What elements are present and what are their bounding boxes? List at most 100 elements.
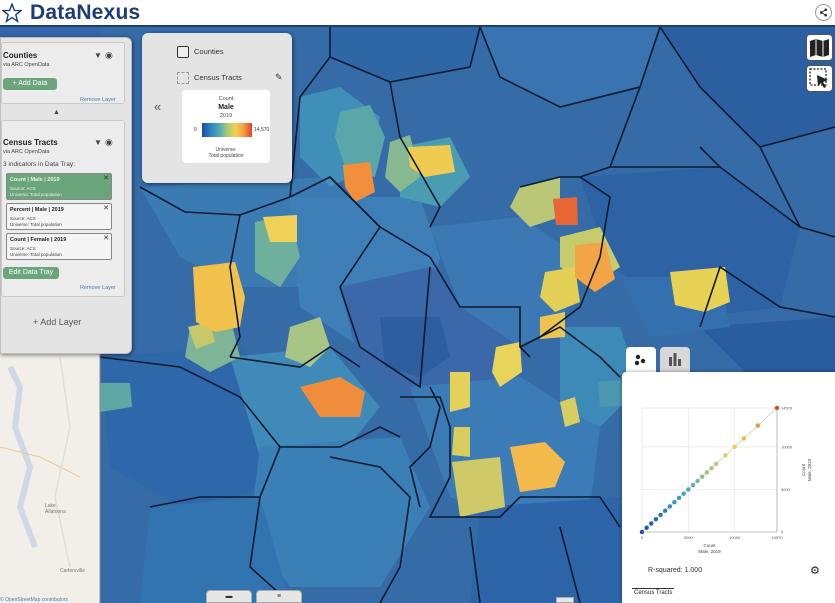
indicator-title: Count | Female | 2019	[10, 237, 67, 243]
x-tick-label: 0	[641, 535, 644, 540]
remove-layer-link[interactable]: Remove Layer	[80, 97, 116, 103]
x-tick-label: 5000	[684, 535, 694, 540]
scatter-layer-tab[interactable]: Census Tracts	[632, 588, 675, 597]
visibility-eye-icon[interactable]: ◉	[105, 50, 113, 61]
legend-year: 2019	[219, 113, 233, 119]
attribution[interactable]: © OpenStreetMap contributors	[0, 596, 68, 603]
scatter-point[interactable]	[662, 508, 668, 513]
scatter-point[interactable]	[653, 517, 659, 522]
scatter-point[interactable]	[676, 495, 682, 501]
legend-measure: Count	[218, 96, 234, 102]
legend-counties-label: Counties	[194, 47, 224, 56]
legend-panel: Counties Census Tracts ✎ « Count Male 20…	[142, 33, 292, 183]
bottom-tab-1[interactable]: ▬	[206, 590, 252, 603]
scatter-point[interactable]	[649, 521, 654, 526]
bottom-handle[interactable]	[556, 597, 574, 603]
layer-title: Counties	[3, 51, 38, 60]
tab-scatter[interactable]	[626, 347, 656, 374]
tab-histogram[interactable]	[660, 347, 690, 374]
scatter-point[interactable]	[658, 512, 663, 518]
scatter-point[interactable]	[755, 423, 761, 428]
map-icon	[810, 39, 829, 57]
share-icon	[819, 8, 828, 17]
legend-variable: Male	[218, 104, 234, 111]
r-squared-value: R-squared: 1.000	[648, 567, 703, 574]
scatter-point[interactable]	[700, 474, 705, 479]
indicator-card[interactable]: Count | Male | 2019 Source: ACS Universe…	[6, 173, 112, 200]
bar-chart-icon	[669, 353, 681, 366]
legend-universe-value: Total population	[208, 153, 244, 159]
indicator-universe: Universe: Total population	[10, 222, 62, 227]
y-axis-label: Male, 2019	[807, 458, 812, 481]
indicator-source: Source: ACS	[10, 216, 36, 221]
filter-icon[interactable]: ▼	[94, 51, 102, 60]
basemap-button[interactable]	[806, 34, 833, 61]
select-tool-button[interactable]	[806, 65, 833, 92]
y-tick-label: 5000	[781, 487, 791, 492]
layer-source: via ARC OpenData	[3, 62, 50, 68]
app-title: DataNexus	[30, 1, 141, 24]
legend-min: 0	[194, 127, 197, 133]
y-tick-label: 10000	[781, 444, 793, 449]
gear-icon[interactable]: ⚙	[810, 564, 820, 577]
share-button[interactable]	[815, 4, 832, 21]
scatter-panel: 0 0 5000 5000 10000 10000 14570 14570 Count Male,…	[622, 347, 835, 603]
top-bar: DataNexus	[0, 0, 835, 27]
scatter-point[interactable]	[732, 444, 737, 450]
scatter-point[interactable]	[690, 482, 696, 488]
counties-layer-card: Counties via ARC OpenData ▼ ◉ + Add Data…	[1, 42, 125, 104]
scatter-point[interactable]	[667, 504, 672, 509]
scatter-point[interactable]	[695, 478, 700, 484]
collapse-chevron-icon[interactable]: «	[154, 99, 161, 114]
close-icon[interactable]: ✕	[103, 204, 109, 212]
bottom-tab-2[interactable]: ≡	[256, 590, 302, 603]
indicator-title: Percent | Male | 2019	[10, 207, 64, 213]
indicator-source: Source: ACS	[10, 186, 36, 191]
scatter-plot[interactable]: 005000500010000100001457014570CountMale,…	[622, 372, 835, 562]
indicator-title: Count | Male | 2019	[10, 177, 60, 183]
add-layer-button[interactable]: + Add Layer	[33, 317, 81, 327]
layer-panel: Counties via ARC OpenData ▼ ◉ + Add Data…	[0, 37, 132, 354]
logo-star-icon	[2, 3, 22, 23]
indicator-card[interactable]: Count | Female | 2019 Source: ACS Univer…	[6, 233, 112, 260]
scatter-point[interactable]	[704, 470, 710, 475]
scatter-point[interactable]	[713, 461, 719, 467]
visibility-eye-icon[interactable]: ◉	[105, 137, 113, 148]
layer-source: via ARC OpenData	[3, 149, 50, 155]
scatter-point[interactable]	[723, 453, 728, 458]
osm-place-label: Cartersville	[60, 568, 85, 574]
select-cursor-icon	[809, 68, 828, 88]
indicator-card[interactable]: Percent | Male | 2019 Source: ACS Univer…	[6, 203, 112, 230]
edit-data-tray-button[interactable]: Edit Data Tray	[3, 267, 59, 279]
counties-checkbox[interactable]	[177, 46, 189, 58]
close-icon[interactable]: ✕	[103, 234, 109, 242]
x-axis-label: Count	[703, 543, 716, 548]
osm-place-label: Allatoona	[45, 509, 66, 515]
tracts-layer-swatch	[177, 72, 189, 84]
scatter-point[interactable]	[686, 487, 691, 492]
remove-layer-link[interactable]: Remove Layer	[80, 285, 116, 291]
scatter-point[interactable]	[644, 525, 649, 530]
scatter-point[interactable]	[672, 500, 677, 505]
x-tick-label: 10000	[729, 535, 741, 540]
census-tracts-layer-card: Census Tracts via ARC OpenData ▼ ◉ 3 ind…	[1, 120, 125, 297]
legend-max: 14,570	[254, 127, 270, 133]
add-data-button[interactable]: + Add Data	[3, 78, 57, 90]
y-tick-label: 14570	[781, 406, 793, 411]
x-tick-label: 14570	[771, 535, 783, 540]
chevron-up-icon[interactable]: ▲	[53, 109, 60, 116]
indicator-universe: Universe: Total population	[10, 192, 62, 197]
legend-card: Count Male 2019 0 14,570 Universe: Total…	[182, 90, 270, 163]
indicator-universe: Universe: Total population	[10, 252, 62, 257]
scatter-icon	[634, 354, 646, 366]
scatter-point[interactable]	[681, 491, 686, 496]
pencil-icon[interactable]: ✎	[275, 72, 283, 83]
scatter-body: 0 0 5000 5000 10000 10000 14570 14570 Count Male,…	[622, 372, 835, 603]
scatter-point[interactable]	[709, 465, 714, 471]
legend-tracts-label: Census Tracts	[194, 73, 242, 82]
color-scale-bar	[202, 123, 252, 137]
indicators-heading: 3 indicators in Data Tray:	[3, 161, 75, 168]
filter-icon[interactable]: ▼	[94, 138, 102, 147]
scatter-point[interactable]	[741, 436, 747, 441]
close-icon[interactable]: ✕	[103, 174, 109, 182]
